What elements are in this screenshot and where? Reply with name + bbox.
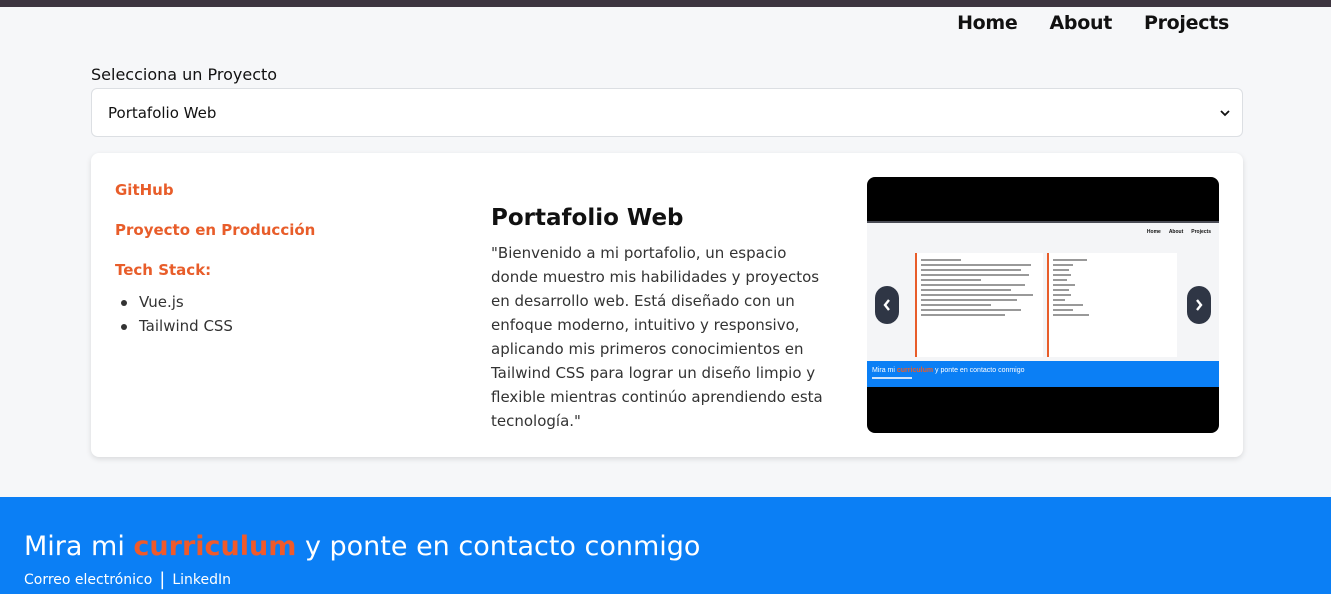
chevron-down-icon — [1220, 104, 1230, 122]
main-nav: Home About Projects — [957, 12, 1229, 34]
preview-nav: Home About Projects — [1146, 229, 1211, 235]
preview-footer: Mira mi curriculum y ponte en contacto c… — [867, 361, 1219, 387]
nav-about[interactable]: About — [1050, 12, 1113, 34]
project-image-carousel: Home About Projects Mira mi curriculum y… — [867, 177, 1219, 433]
project-select-value: Portafolio Web — [108, 103, 217, 122]
nav-home[interactable]: Home — [957, 12, 1018, 34]
project-description: "Bienvenido a mi portafolio, un espacio … — [491, 244, 823, 430]
preview-panel-left — [915, 253, 1043, 357]
chevron-left-icon — [883, 299, 890, 311]
carousel-next-button[interactable] — [1187, 286, 1211, 324]
footer-separator: | — [159, 569, 166, 590]
footer-links: Correo electrónico | LinkedIn — [24, 569, 231, 590]
project-card: GitHub Proyecto en Producción Tech Stack… — [91, 153, 1243, 457]
linkedin-link[interactable]: LinkedIn — [172, 572, 231, 588]
project-links: GitHub Proyecto en Producción Tech Stack… — [115, 181, 315, 341]
project-select-label: Selecciona un Proyecto — [91, 65, 278, 84]
list-item: Vue.js — [115, 293, 315, 317]
email-link[interactable]: Correo electrónico — [24, 572, 152, 588]
curriculum-link[interactable]: curriculum — [133, 531, 296, 562]
project-title: Portafolio Web — [491, 205, 684, 231]
tech-stack-heading: Tech Stack: — [115, 261, 212, 279]
chevron-right-icon — [1196, 299, 1203, 311]
preview-panel-right — [1047, 253, 1177, 357]
top-bar — [0, 0, 1331, 7]
production-link[interactable]: Proyecto en Producción — [115, 221, 315, 239]
project-select[interactable]: Portafolio Web — [91, 88, 1243, 137]
footer-cta: Mira mi curriculum y ponte en contacto c… — [24, 531, 701, 562]
contact-footer: Mira mi curriculum y ponte en contacto c… — [0, 497, 1331, 594]
nav-projects[interactable]: Projects — [1144, 12, 1229, 34]
tech-stack-list: Vue.js Tailwind CSS — [115, 293, 315, 341]
carousel-prev-button[interactable] — [875, 286, 899, 324]
project-screenshot: Home About Projects Mira mi curriculum y… — [867, 221, 1219, 387]
list-item: Tailwind CSS — [115, 317, 315, 341]
github-link[interactable]: GitHub — [115, 181, 315, 199]
